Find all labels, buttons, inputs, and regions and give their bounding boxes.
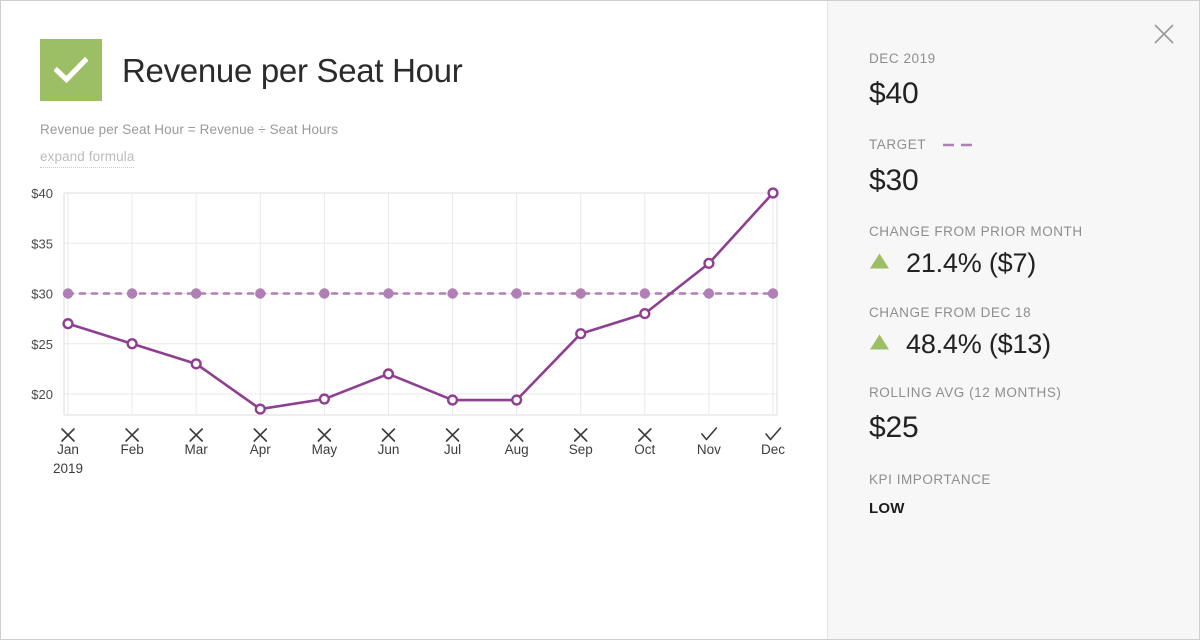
x-axis-x-icon: [253, 428, 268, 442]
x-axis-tick-label: Aug: [505, 442, 529, 457]
x-axis-tick-label: Apr: [250, 442, 272, 457]
main-content: Revenue per Seat Hour Revenue per Seat H…: [1, 1, 827, 639]
data-point-marker[interactable]: [639, 308, 651, 320]
data-point-marker[interactable]: [511, 288, 522, 299]
x-axis-x-icon: [381, 428, 396, 442]
expand-formula-link[interactable]: expand formula: [40, 149, 135, 168]
kpi-line-chart: $20 $25 $30 $35 $40 Jan 2019 Feb Mar Apr May Jun Jul…: [1, 181, 827, 491]
data-point-marker[interactable]: [767, 187, 779, 199]
stat-value: $25: [869, 411, 919, 445]
x-axis-x-icon: [445, 428, 460, 442]
triangle-up-icon: [869, 252, 890, 275]
x-axis-x-icon: [61, 428, 75, 442]
data-point-marker[interactable]: [575, 328, 587, 340]
data-point-marker[interactable]: [126, 338, 138, 350]
stat-value: 21.4% ($7): [906, 248, 1037, 278]
x-axis-tick-label: Feb: [120, 442, 143, 457]
x-axis-tick-label: Jan: [57, 442, 79, 457]
stat-change-prior-month: CHANGE FROM PRIOR MONTH 21.4% ($7): [869, 222, 1179, 279]
dashed-line-swatch: [942, 137, 978, 155]
x-axis-x-icon: [125, 428, 139, 442]
stat-target: TARGET $30: [869, 136, 1179, 199]
stat-value: $30: [869, 163, 919, 197]
formula-text: Revenue per Seat Hour = Revenue ÷ Seat H…: [40, 122, 339, 137]
stat-value: $40: [869, 77, 919, 110]
data-point-marker[interactable]: [639, 288, 651, 299]
data-point-marker[interactable]: [511, 394, 523, 406]
x-axis-tick-label: Mar: [185, 442, 209, 457]
stat-label: CHANGE FROM DEC 18: [869, 304, 1032, 320]
data-point-marker[interactable]: [319, 288, 330, 299]
stat-label: ROLLING AVG (12 MONTHS): [869, 385, 1062, 401]
data-point-marker[interactable]: [703, 288, 715, 299]
data-point-marker[interactable]: [703, 257, 715, 269]
data-point-marker[interactable]: [383, 288, 394, 299]
x-axis-x-icon: [573, 428, 588, 442]
x-axis-x-icon: [638, 428, 652, 442]
x-axis-x-icon: [509, 428, 524, 442]
data-point-marker[interactable]: [190, 288, 202, 299]
stat-label: KPI IMPORTANCE: [869, 471, 991, 487]
x-axis-x-icon: [317, 428, 332, 442]
detail-sidebar: DEC 2019 $40 TARGET $30 CHANGE FROM PRIO…: [827, 1, 1199, 639]
y-axis-tick-label: $40: [31, 186, 53, 201]
x-axis-check-icon: [701, 427, 718, 441]
stat-change-year-over-year: CHANGE FROM DEC 18 48.4% ($13): [869, 303, 1179, 360]
data-point-marker[interactable]: [254, 403, 266, 415]
data-point-marker[interactable]: [318, 393, 330, 405]
x-axis-tick-label: Dec: [761, 442, 785, 457]
series-line: [66, 191, 775, 411]
data-point-marker[interactable]: [62, 288, 74, 299]
data-point-marker[interactable]: [446, 394, 459, 406]
stat-value: 48.4% ($13): [906, 328, 1051, 359]
x-axis-tick-label: Nov: [697, 442, 721, 457]
x-axis-tick-label: Sep: [569, 442, 593, 457]
y-axis-tick-label: $25: [31, 337, 53, 352]
x-axis-year-label: 2019: [53, 461, 83, 476]
stats-list: DEC 2019 $40 TARGET $30 CHANGE FROM PRIO…: [869, 49, 1179, 517]
data-point-marker[interactable]: [255, 288, 266, 299]
triangle-up-icon: [869, 333, 890, 356]
data-point-marker[interactable]: [447, 288, 458, 299]
stat-label: TARGET: [869, 137, 927, 153]
stat-kpi-importance: KPI IMPORTANCE LOW: [869, 470, 1179, 517]
x-axis-tick-label: May: [312, 442, 338, 457]
y-axis-tick-label: $20: [31, 387, 53, 402]
check-icon: [40, 39, 102, 101]
page-title: Revenue per Seat Hour: [122, 51, 463, 89]
data-point-marker[interactable]: [190, 358, 202, 370]
data-point-marker[interactable]: [575, 288, 586, 299]
stat-rolling-average: ROLLING AVG (12 MONTHS) $25: [869, 383, 1179, 446]
data-point-marker[interactable]: [126, 288, 138, 299]
data-point-marker[interactable]: [767, 288, 779, 299]
x-axis-tick-label: Oct: [634, 442, 655, 457]
y-axis-tick-label: $30: [31, 287, 53, 302]
stat-label: CHANGE FROM PRIOR MONTH: [869, 223, 1083, 239]
close-icon[interactable]: [1147, 17, 1181, 51]
x-axis-check-icon: [765, 427, 782, 441]
data-point-marker[interactable]: [382, 368, 395, 380]
kpi-detail-window: Revenue per Seat Hour Revenue per Seat H…: [0, 0, 1200, 640]
x-axis-x-icon: [189, 428, 203, 442]
kpi-header: Revenue per Seat Hour: [40, 39, 463, 101]
stat-label: DEC 2019: [869, 50, 936, 66]
y-axis-tick-label: $35: [31, 236, 53, 251]
stat-value: LOW: [869, 499, 905, 517]
x-axis-tick-label: Jul: [444, 442, 461, 457]
x-axis-tick-label: Jun: [378, 442, 400, 457]
data-point-marker[interactable]: [62, 318, 74, 330]
stat-current-value: DEC 2019 $40: [869, 49, 1179, 112]
